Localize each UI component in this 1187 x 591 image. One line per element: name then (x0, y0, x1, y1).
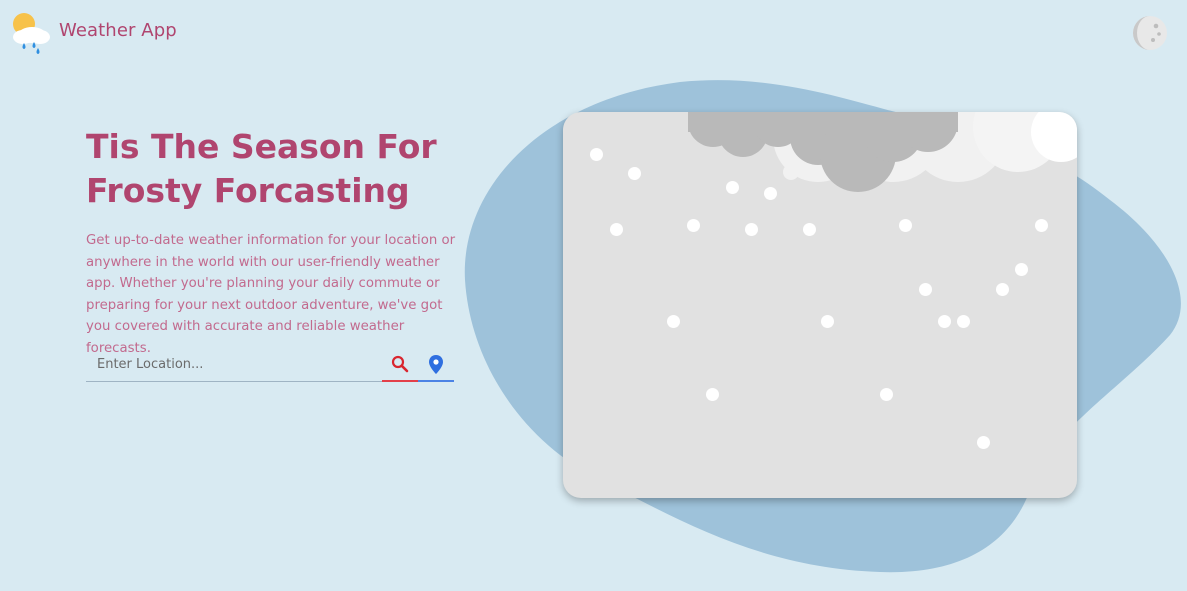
snowflake (726, 181, 739, 194)
snowflake (803, 223, 816, 236)
snowflake (1035, 219, 1048, 232)
snow-clouds-icon (688, 112, 1077, 192)
snowflake (996, 283, 1009, 296)
snowflake (899, 219, 912, 232)
snowflake (590, 148, 603, 161)
snowflake (919, 283, 932, 296)
snowflake (957, 315, 970, 328)
snowflake (610, 223, 623, 236)
snowflake (745, 223, 758, 236)
snowflake (687, 219, 700, 232)
snowflake (821, 315, 834, 328)
snowflake (1015, 263, 1028, 276)
snowflake (628, 167, 641, 180)
weather-scene-card (563, 112, 1077, 498)
snowflake (880, 388, 893, 401)
snowflake (667, 315, 680, 328)
snowflake (706, 388, 719, 401)
snowflake (938, 315, 951, 328)
snowflake (764, 187, 777, 200)
snowflake (977, 436, 990, 449)
